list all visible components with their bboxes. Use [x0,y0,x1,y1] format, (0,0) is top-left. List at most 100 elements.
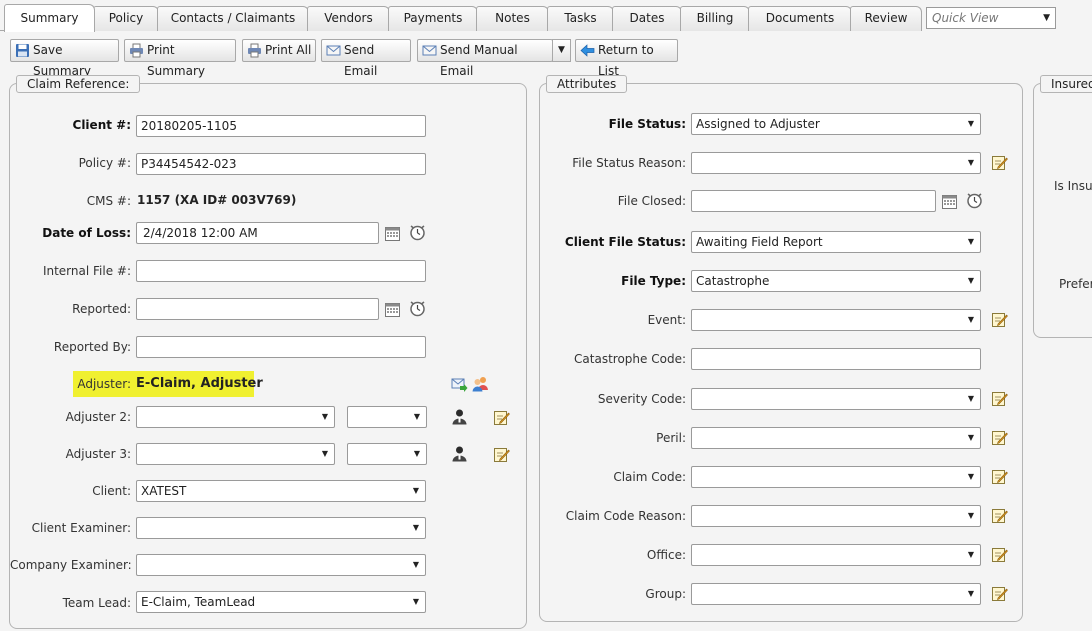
client-file-status-select[interactable]: Awaiting Field Report ▼ [691,231,981,253]
print-summary-button[interactable]: Print Summary [124,39,236,78]
adjuster-3-label: Adjuster 3: [65,447,131,461]
edit-note-icon[interactable] [493,446,510,463]
edit-note-icon[interactable] [991,311,1008,328]
client-number-input[interactable]: 20180205-1105 [136,115,426,137]
tab-review[interactable]: Review [850,6,922,31]
client-examiner-label: Client Examiner: [31,521,131,535]
severity-code-select[interactable]: ▼ [691,388,981,410]
tab-tasks[interactable]: Tasks [547,6,614,31]
group-select[interactable]: ▼ [691,583,981,605]
file-status-select[interactable]: Assigned to Adjuster ▼ [691,113,981,135]
back-arrow-icon [580,44,595,57]
tab-dates[interactable]: Dates [612,6,682,31]
cms-number-label: CMS #: [86,194,131,208]
is-insured-label: Is Insur [1054,179,1092,193]
tab-policy[interactable]: Policy [93,6,159,31]
chevron-down-icon: ▼ [321,412,328,421]
chevron-down-icon: ▼ [412,486,419,495]
catastrophe-code-input[interactable] [691,348,981,370]
client-examiner-select[interactable]: ▼ [136,517,426,539]
claim-code-select[interactable]: ▼ [691,466,981,488]
send-manual-email-button[interactable]: Send Manual Email [417,39,553,78]
cms-number-value: 1157 (XA ID# 003V769) [137,193,297,207]
return-to-list-button[interactable]: Return to List [575,39,678,78]
quick-view-dropdown[interactable]: Quick View ▼ [926,7,1056,29]
printer-icon [130,43,143,58]
tab-vendors[interactable]: Vendors [307,6,390,31]
edit-note-icon[interactable] [991,468,1008,485]
send-manual-email-label: Send Manual Email [440,43,518,78]
company-examiner-select[interactable]: ▼ [136,554,426,576]
office-label: Office: [646,548,686,562]
file-closed-label: File Closed: [617,194,686,208]
tab-contacts-claimants[interactable]: Contacts / Claimants [157,6,309,31]
print-all-button[interactable]: Print All [242,39,316,62]
clock-icon[interactable] [966,192,983,209]
chevron-down-icon: ▼ [967,511,974,520]
date-of-loss-input[interactable]: 2/4/2018 12:00 AM [136,222,379,244]
email-forward-icon[interactable] [451,376,468,393]
chevron-down-icon: ▼ [412,560,419,569]
adjuster-2-label: Adjuster 2: [65,410,131,424]
severity-code-label: Severity Code: [597,392,686,406]
clock-icon[interactable] [409,224,426,241]
edit-note-icon[interactable] [991,390,1008,407]
claim-code-reason-label: Claim Code Reason: [565,509,686,523]
printer-icon [248,43,261,58]
reported-by-input[interactable] [136,336,426,358]
adjuster-2-role-select[interactable]: ▼ [347,406,427,428]
calendar-icon[interactable] [384,225,401,242]
send-email-button[interactable]: Send Email [321,39,411,78]
peril-select[interactable]: ▼ [691,427,981,449]
calendar-icon[interactable] [941,193,958,210]
file-status-reason-select[interactable]: ▼ [691,152,981,174]
edit-note-icon[interactable] [991,546,1008,563]
file-type-select[interactable]: Catastrophe ▼ [691,270,981,292]
event-select[interactable]: ▼ [691,309,981,331]
internal-file-input[interactable] [136,260,426,282]
policy-number-input[interactable]: P34454542-023 [136,153,426,175]
tab-documents[interactable]: Documents [748,6,852,31]
edit-note-icon[interactable] [991,585,1008,602]
adjuster-label: Adjuster: [77,377,131,391]
file-type-label: File Type: [621,274,686,288]
adjuster-3-select[interactable]: ▼ [136,443,335,465]
event-label: Event: [647,313,686,327]
office-select[interactable]: ▼ [691,544,981,566]
adjuster-3-role-select[interactable]: ▼ [347,443,427,465]
tab-notes[interactable]: Notes [476,6,549,31]
calendar-icon[interactable] [384,301,401,318]
reported-date-input[interactable] [136,298,379,320]
company-examiner-label: Company Examiner: [10,558,132,572]
tab-summary[interactable]: Summary [4,4,95,32]
file-closed-input[interactable] [691,190,936,212]
return-to-list-label: Return to List [598,43,654,78]
people-icon[interactable] [472,375,489,392]
person-icon[interactable] [451,445,468,462]
tab-billing[interactable]: Billing [680,6,750,31]
envelope-icon [326,45,341,56]
adjuster-2-select[interactable]: ▼ [136,406,335,428]
chevron-down-icon: ▼ [967,158,974,167]
edit-note-icon[interactable] [991,154,1008,171]
clock-icon[interactable] [409,300,426,317]
file-status-value: Assigned to Adjuster [696,117,820,131]
save-summary-button[interactable]: Save Summary [10,39,119,78]
reported-by-label: Reported By: [53,340,131,354]
client-select[interactable]: XATEST ▼ [136,480,426,502]
person-icon[interactable] [451,408,468,425]
send-manual-email-dropdown[interactable]: ▼ [552,39,571,62]
edit-note-icon[interactable] [991,429,1008,446]
team-lead-select[interactable]: E-Claim, TeamLead ▼ [136,591,426,613]
internal-file-label: Internal File #: [42,264,131,278]
chevron-down-icon: ▼ [967,276,974,285]
print-all-label: Print All [265,43,312,57]
edit-note-icon[interactable] [991,507,1008,524]
catastrophe-code-label: Catastrophe Code: [574,352,686,366]
chevron-down-icon: ▼ [558,45,565,55]
edit-note-icon[interactable] [493,409,510,426]
tab-bar: Summary Policy Contacts / Claimants Vend… [0,0,1092,32]
claim-code-reason-select[interactable]: ▼ [691,505,981,527]
peril-label: Peril: [656,431,686,445]
tab-payments[interactable]: Payments [388,6,478,31]
